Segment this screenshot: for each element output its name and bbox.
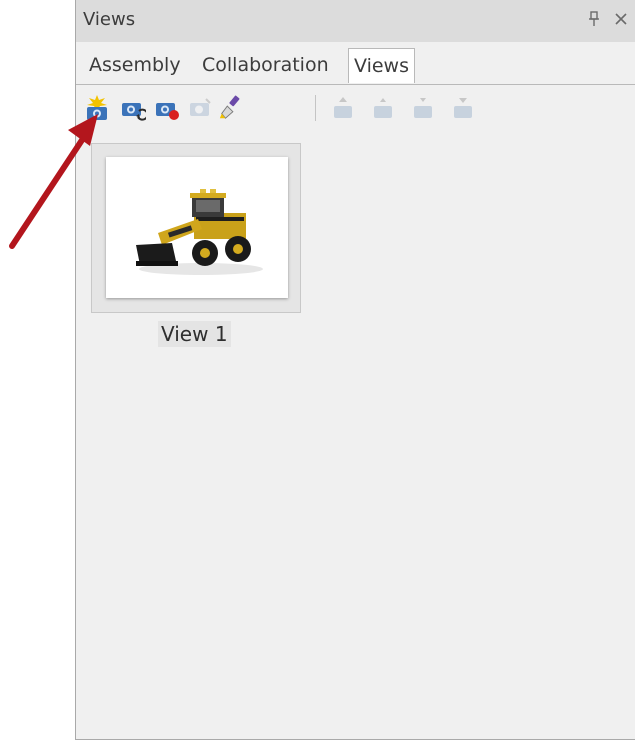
new-view-icon [87,95,107,120]
close-icon[interactable] [611,8,631,30]
delete-view-button[interactable] [154,94,180,122]
update-view-icon [122,103,146,121]
move-down-button[interactable] [410,94,436,122]
paint-brush-icon [219,95,240,119]
views-toolbar [76,85,635,131]
move-last-button[interactable] [450,94,476,122]
view-thumbnail-card[interactable] [91,143,301,313]
move-first-icon [334,97,352,118]
paint-brush-button[interactable] [218,94,244,122]
tab-views[interactable]: Views [348,48,415,83]
move-up-icon [374,98,392,118]
move-up-button[interactable] [370,94,396,122]
views-list: View 1 [76,131,635,739]
tab-strip: Assembly Collaboration Views [76,42,635,85]
pin-icon[interactable] [584,8,604,30]
panel-titlebar: Views [76,0,635,42]
update-view-button[interactable] [120,94,146,122]
delete-view-icon [156,103,179,120]
view-disabled-icon [190,98,211,116]
move-first-button[interactable] [330,94,356,122]
move-down-icon [414,98,432,118]
view-label[interactable]: View 1 [158,321,231,347]
tab-collaboration[interactable]: Collaboration [197,50,334,83]
move-last-icon [454,98,472,118]
views-panel: Views Assembly Collaboration Views View … [75,0,635,740]
loader-model-thumbnail [106,157,288,298]
tab-assembly[interactable]: Assembly [84,50,186,83]
view-disabled-button[interactable] [188,94,214,122]
toolbar-separator [315,95,316,121]
new-view-button[interactable] [84,94,110,122]
panel-title: Views [83,9,136,30]
